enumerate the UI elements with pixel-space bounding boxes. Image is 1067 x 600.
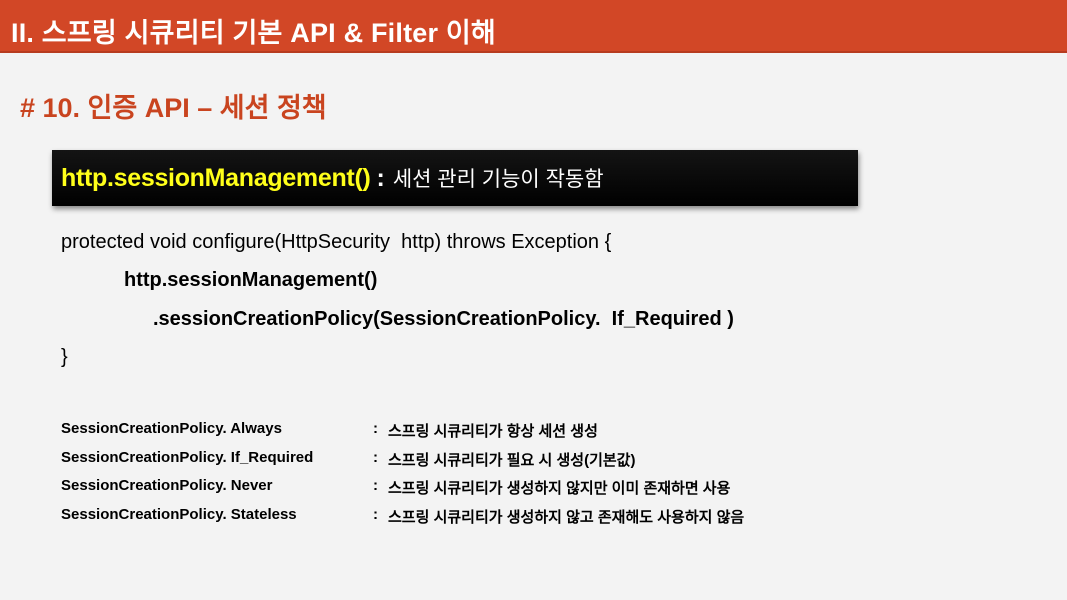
method-highlight-box: http.sessionManagement() : 세션 관리 기능이 작동함 xyxy=(52,150,858,206)
policy-name: SessionCreationPolicy. Never xyxy=(61,477,273,495)
section-title: # 10. 인증 API – 세션 정책 xyxy=(20,93,327,123)
code-line-method-signature: protected void configure(HttpSecurity ht… xyxy=(61,231,612,253)
highlight-separator: : xyxy=(376,163,385,192)
policy-description: 스프링 시큐리티가 필요 시 생성(기본값) xyxy=(388,451,636,469)
header-bar: II. 스프링 시큐리티 기본 API & Filter 이해 xyxy=(0,0,1067,53)
policy-name: SessionCreationPolicy. If_Required xyxy=(61,448,314,466)
slide-header-title: II. 스프링 시큐리티 기본 API & Filter 이해 xyxy=(11,18,496,48)
policy-colon: : xyxy=(373,505,378,523)
policy-colon: : xyxy=(373,420,378,437)
code-line-closing-brace: } xyxy=(61,346,68,368)
code-line-session-management: http.sessionManagement() xyxy=(124,269,378,291)
policy-description: 스프링 시큐리티가 생성하지 않고 존재해도 사용하지 않음 xyxy=(388,508,745,526)
policy-name: SessionCreationPolicy. Always xyxy=(61,420,282,437)
policy-colon: : xyxy=(373,448,378,466)
policy-description: 스프링 시큐리티가 생성하지 않지만 이미 존재하면 사용 xyxy=(388,480,731,498)
policy-name: SessionCreationPolicy. Stateless xyxy=(61,505,297,523)
policy-colon: : xyxy=(373,477,378,495)
highlight-description: 세션 관리 기능이 작동함 xyxy=(392,168,604,191)
code-line-session-creation-policy: .sessionCreationPolicy(SessionCreationPo… xyxy=(153,308,734,330)
highlight-method-name: http.sessionManagement() xyxy=(61,163,371,192)
policy-description: 스프링 시큐리티가 항상 세션 생성 xyxy=(388,423,598,440)
